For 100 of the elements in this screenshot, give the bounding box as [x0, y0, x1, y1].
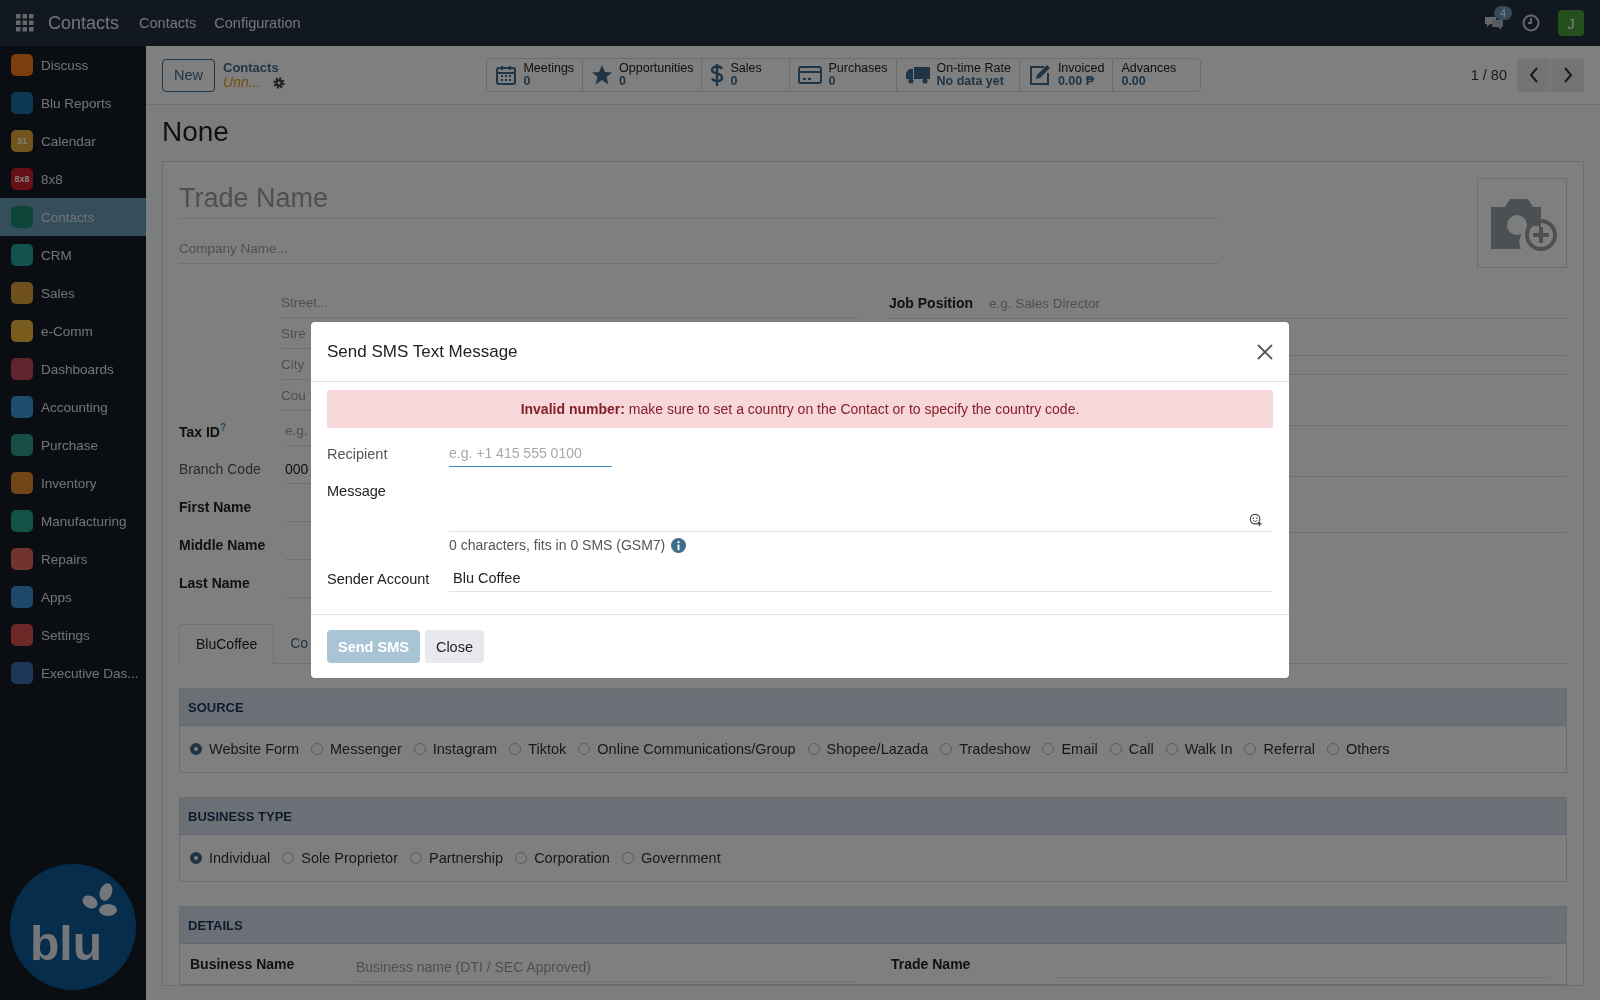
- message-count: 4: [1494, 6, 1513, 20]
- settings-icon[interactable]: [272, 75, 287, 90]
- app-icon: 31: [11, 130, 33, 152]
- menu-item[interactable]: Contacts: [139, 15, 197, 31]
- sidebar-item[interactable]: Apps: [0, 578, 146, 616]
- character-counter: 0 characters, fits in 0 SMS (GSM7): [449, 537, 666, 553]
- app-icon: [11, 206, 33, 228]
- stat-label: Invoiced: [1057, 62, 1105, 75]
- field-label: First Name: [179, 499, 253, 515]
- menu-item[interactable]: Configuration: [214, 15, 301, 31]
- form-tab[interactable]: BluCoffee: [179, 624, 275, 664]
- sidebar-item[interactable]: e-Comm: [0, 312, 146, 350]
- stat-label: Purchases: [828, 62, 888, 75]
- option-label[interactable]: Website Form: [209, 741, 299, 757]
- sidebar-item[interactable]: Inventory: [0, 464, 146, 502]
- app-name[interactable]: Contacts: [48, 12, 120, 34]
- option-label[interactable]: Walk In: [1184, 741, 1233, 757]
- section-title: BUSINESS TYPE: [188, 808, 293, 824]
- option-label[interactable]: Government: [640, 850, 721, 866]
- sidebar-item[interactable]: 31 Calendar: [0, 122, 146, 160]
- app-icon: 8x8: [11, 168, 33, 190]
- stat-button[interactable]: Opportunities 0: [582, 59, 702, 91]
- radio-button[interactable]: [190, 852, 202, 864]
- recipient-field[interactable]: e.g. +1 415 555 0100: [449, 440, 612, 467]
- option-label[interactable]: Individual: [209, 850, 271, 866]
- close-button[interactable]: Close: [424, 630, 484, 663]
- field-label: Branch Code: [179, 461, 262, 477]
- sidebar-item[interactable]: Discuss: [0, 46, 146, 84]
- app-icon: [11, 586, 33, 608]
- option-label[interactable]: Call: [1128, 741, 1154, 757]
- option-label[interactable]: Tiktok: [528, 741, 567, 757]
- field-label: Sender Account: [327, 570, 431, 587]
- option-label[interactable]: Shopee/Lazada: [826, 741, 929, 757]
- stat-button[interactable]: Invoiced 0.00 ₱: [1018, 59, 1113, 91]
- sidebar-item[interactable]: Manufacturing: [0, 502, 146, 540]
- sidebar-item[interactable]: Repairs: [0, 540, 146, 578]
- stat-button[interactable]: On-time Rate No data yet: [895, 59, 1019, 91]
- option-label[interactable]: Referral: [1263, 741, 1316, 757]
- sidebar-item[interactable]: Accounting: [0, 388, 146, 426]
- stat-value: No data yet: [936, 75, 1005, 88]
- stat-button[interactable]: Sales 0: [701, 59, 790, 91]
- close-icon[interactable]: [1257, 343, 1273, 360]
- option-label[interactable]: Tradeshow: [959, 741, 1031, 757]
- sidebar-item[interactable]: 8x8 8x8: [0, 160, 146, 198]
- app-icon: [11, 320, 33, 342]
- clock-icon[interactable]: [1522, 14, 1540, 32]
- option-label[interactable]: Email: [1061, 741, 1098, 757]
- stat-button[interactable]: Meetings 0: [487, 59, 583, 91]
- sidebar-item[interactable]: CRM: [0, 236, 146, 274]
- sidebar-item[interactable]: Sales: [0, 274, 146, 312]
- option-label[interactable]: Partnership: [429, 850, 504, 866]
- stat-button[interactable]: Advances 0.00: [1112, 59, 1201, 91]
- edit-icon: [1027, 64, 1052, 86]
- dialog-title: Send SMS Text Message: [327, 341, 518, 362]
- app-icon: [11, 472, 33, 494]
- credit-card-icon: [798, 65, 823, 85]
- option-label[interactable]: Messenger: [330, 741, 402, 757]
- sender-account-field[interactable]: Blu Coffee: [449, 565, 1273, 592]
- field-label: Last Name: [179, 575, 251, 591]
- app-icon: [11, 244, 33, 266]
- previous-button[interactable]: [1517, 58, 1550, 92]
- new-button[interactable]: New: [162, 58, 215, 92]
- app-grid-icon[interactable]: [16, 14, 34, 32]
- section-title: DETAILS: [188, 917, 243, 933]
- dollar-icon: [710, 63, 725, 87]
- app-icon: [11, 396, 33, 418]
- option-label[interactable]: Corporation: [534, 850, 610, 866]
- image-upload[interactable]: [1477, 178, 1567, 268]
- sidebar-item[interactable]: Blu Reports: [0, 84, 146, 122]
- field-label: Job Position: [889, 295, 974, 311]
- radio-button[interactable]: [190, 743, 202, 755]
- sidebar-item[interactable]: Settings: [0, 616, 146, 654]
- app-icon: [11, 92, 33, 114]
- stat-button[interactable]: Purchases 0: [789, 59, 896, 91]
- option-label[interactable]: Instagram: [432, 741, 498, 757]
- breadcrumb-link[interactable]: Contacts: [223, 60, 287, 75]
- sidebar-item[interactable]: Dashboards: [0, 350, 146, 388]
- option-label[interactable]: Sole Proprietor: [301, 850, 398, 866]
- info-icon[interactable]: [671, 537, 687, 553]
- sidebar-item[interactable]: Purchase: [0, 426, 146, 464]
- emoji-icon[interactable]: [1249, 513, 1263, 527]
- next-button[interactable]: [1551, 58, 1584, 92]
- stat-label: Advances: [1121, 62, 1177, 75]
- calendar-icon: [495, 64, 518, 86]
- stat-label: Opportunities: [619, 62, 694, 75]
- app-icon: [11, 548, 33, 570]
- field-label: Middle Name: [179, 537, 267, 553]
- company-logo: blu: [10, 864, 136, 990]
- section-title: SOURCE: [188, 699, 244, 715]
- app-icon: [11, 662, 33, 684]
- sidebar-item[interactable]: Executive Das...: [0, 654, 146, 692]
- stat-value: 0: [523, 75, 531, 88]
- option-label[interactable]: Others: [1346, 741, 1390, 757]
- record-title: None: [162, 115, 230, 149]
- user-avatar[interactable]: J: [1558, 10, 1584, 36]
- stat-value: 0: [730, 75, 739, 88]
- stat-value: 0: [619, 75, 627, 88]
- field-label: Business Name: [190, 956, 296, 972]
- pager-counter: 1 / 80: [1470, 67, 1507, 83]
- option-label[interactable]: Online Communications/Group: [597, 741, 796, 757]
